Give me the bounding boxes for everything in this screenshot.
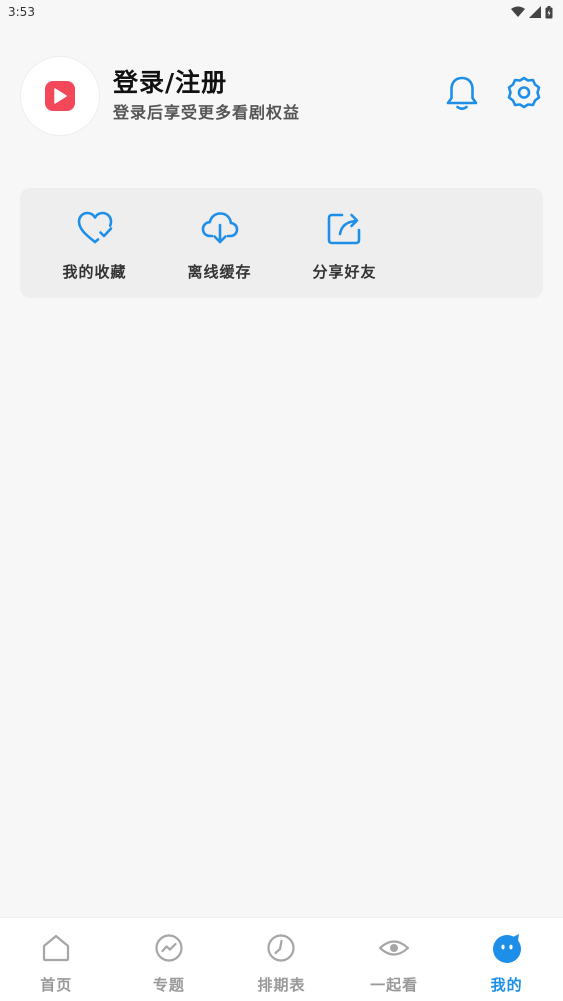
- quick-action-label: 离线缓存: [187, 263, 252, 281]
- eye-icon: [378, 932, 410, 964]
- quick-action-share[interactable]: 分享好友: [282, 188, 407, 298]
- tab-label: 专题: [152, 976, 185, 994]
- profile-header: 登录/注册 登录后享受更多看剧权益: [20, 56, 543, 136]
- top-actions: [443, 74, 543, 112]
- tab-label: 排期表: [257, 976, 306, 994]
- quick-action-label: 分享好友: [312, 263, 377, 281]
- wifi-icon: [511, 6, 525, 17]
- signal-icon: [529, 6, 541, 18]
- home-icon: [40, 932, 72, 964]
- tab-label: 我的: [490, 976, 523, 994]
- quick-action-favorites[interactable]: 我的收藏: [32, 188, 157, 298]
- tab-schedule[interactable]: 排期表: [225, 918, 338, 1001]
- login-title[interactable]: 登录/注册: [113, 68, 300, 98]
- tab-watch-together[interactable]: 一起看: [338, 918, 451, 1001]
- avatar[interactable]: [20, 56, 100, 136]
- tab-label: 首页: [40, 976, 73, 994]
- heart-check-icon: [75, 208, 115, 248]
- bottom-tab-bar: 首页 专题 排期表 一起看 我的: [0, 917, 563, 1001]
- app-logo-icon: [45, 81, 75, 111]
- tab-label: 一起看: [370, 976, 419, 994]
- login-area[interactable]: 登录/注册 登录后享受更多看剧权益: [113, 68, 300, 124]
- quick-action-offline-cache[interactable]: 离线缓存: [157, 188, 282, 298]
- status-bar: 3:53: [0, 0, 563, 24]
- mascot-icon: [491, 932, 523, 964]
- tab-home[interactable]: 首页: [0, 918, 113, 1001]
- bell-icon: [446, 76, 478, 111]
- trend-icon: [153, 932, 185, 964]
- quick-actions-panel: 我的收藏 离线缓存 分享好友: [20, 188, 543, 298]
- tab-mine[interactable]: 我的: [450, 918, 563, 1001]
- share-icon: [325, 208, 365, 248]
- status-time: 3:53: [8, 5, 35, 19]
- battery-icon: [545, 5, 553, 18]
- settings-button[interactable]: [505, 74, 543, 112]
- gear-icon: [507, 76, 541, 109]
- login-subtitle: 登录后享受更多看剧权益: [113, 103, 301, 122]
- clock-icon: [265, 932, 297, 964]
- cloud-download-icon: [200, 208, 240, 248]
- status-icons: [511, 5, 553, 19]
- quick-action-label: 我的收藏: [62, 263, 127, 281]
- notification-button[interactable]: [443, 74, 481, 112]
- tab-topics[interactable]: 专题: [113, 918, 226, 1001]
